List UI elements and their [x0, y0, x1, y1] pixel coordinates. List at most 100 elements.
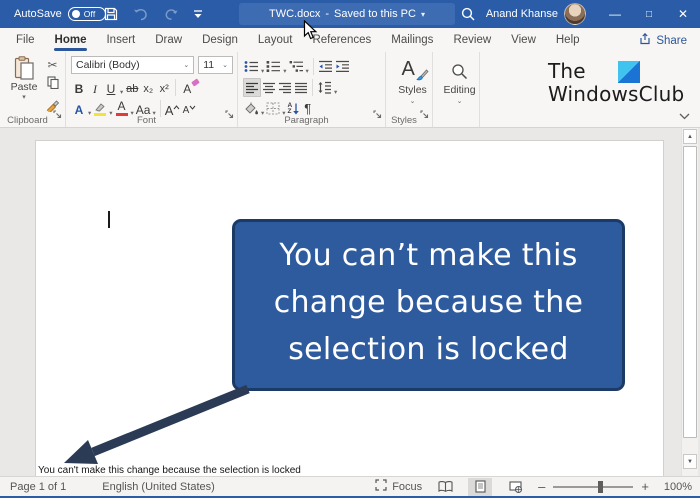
title-bar: AutoSave Off TWC.docx - Saved to this PC…: [0, 0, 700, 28]
paste-label: Paste: [10, 81, 38, 93]
paste-button[interactable]: Paste ▾: [5, 56, 43, 117]
line-spacing-dropdown-icon[interactable]: ▾: [334, 88, 337, 96]
zoom-control: – +: [538, 479, 649, 494]
increase-indent-button[interactable]: [334, 57, 351, 76]
search-icon[interactable]: [461, 7, 475, 26]
font-name-combobox[interactable]: Calibri (Body) ⌄: [71, 56, 195, 74]
align-right-button[interactable]: [277, 78, 293, 97]
callout-line-2: change because the: [273, 285, 584, 320]
bold-button[interactable]: B: [71, 78, 87, 97]
strikethrough-button[interactable]: ab: [124, 78, 140, 97]
editing-group: Editing ⌄: [433, 52, 480, 127]
maximize-button[interactable]: □: [632, 0, 666, 28]
autosave-control[interactable]: AutoSave Off: [14, 0, 106, 28]
font-name-dropdown-icon: ⌄: [183, 62, 190, 69]
logo-text: The WindowsClub: [548, 60, 684, 106]
tab-file[interactable]: File: [6, 28, 45, 52]
multilevel-dropdown-icon[interactable]: ▾: [306, 67, 309, 75]
save-icon[interactable]: [104, 7, 118, 21]
styles-group-label: Styles: [391, 115, 417, 126]
zoom-in-button[interactable]: +: [641, 479, 649, 494]
redo-icon[interactable]: [164, 8, 178, 21]
zoom-slider-thumb[interactable]: [598, 480, 604, 493]
font-group: Calibri (Body) ⌄ 11 ⌄ B I U ▾ ab x₂ x² A: [66, 52, 238, 127]
print-layout-button[interactable]: [468, 477, 493, 496]
document-page[interactable]: You can’t make this change because the s…: [35, 140, 664, 476]
justify-button[interactable]: [293, 78, 309, 97]
styles-dialog-launcher-icon[interactable]: [420, 106, 429, 124]
read-mode-button[interactable]: [433, 478, 457, 496]
copy-icon[interactable]: [46, 76, 59, 94]
zoom-slider[interactable]: [553, 480, 634, 493]
cut-icon[interactable]: ✂: [47, 59, 57, 71]
multilevel-list-button[interactable]: [288, 57, 305, 76]
zoom-level[interactable]: 100%: [660, 481, 692, 493]
font-dialog-launcher-icon[interactable]: [225, 106, 234, 124]
autosave-state: Off: [83, 9, 96, 19]
tab-help[interactable]: Help: [546, 28, 590, 52]
zoom-out-button[interactable]: –: [538, 479, 545, 494]
collapse-ribbon-icon[interactable]: [679, 107, 690, 125]
clear-formatting-letter: A: [183, 82, 192, 96]
styles-button-label: Styles: [398, 84, 427, 96]
font-group-label: Font: [136, 115, 156, 126]
align-left-button[interactable]: [243, 78, 261, 97]
logo-line1: The: [548, 59, 586, 83]
vertical-scrollbar[interactable]: ▲ ▼: [681, 128, 698, 476]
tab-insert[interactable]: Insert: [96, 28, 145, 52]
clipboard-dialog-launcher-icon[interactable]: [53, 106, 62, 124]
magnifier-icon: [451, 58, 468, 84]
autosave-label: AutoSave: [14, 8, 62, 20]
underline-button[interactable]: U: [103, 78, 119, 97]
tab-view[interactable]: View: [501, 28, 546, 52]
tab-layout[interactable]: Layout: [248, 28, 303, 52]
share-button[interactable]: Share: [635, 31, 691, 50]
focus-mode-button[interactable]: Focus: [375, 479, 422, 494]
page-indicator[interactable]: Page 1 of 1: [10, 481, 66, 493]
title-dropdown-icon: ▾: [420, 9, 425, 19]
paste-dropdown-icon: ▾: [22, 94, 26, 101]
line-spacing-button[interactable]: [316, 78, 333, 97]
clear-formatting-button[interactable]: A: [179, 78, 201, 97]
tab-design[interactable]: Design: [192, 28, 248, 52]
scroll-down-icon[interactable]: ▼: [683, 454, 697, 469]
scroll-up-icon[interactable]: ▲: [683, 129, 697, 144]
align-center-button[interactable]: [261, 78, 277, 97]
web-layout-button[interactable]: [503, 478, 527, 496]
bullets-dropdown-icon[interactable]: ▾: [261, 67, 264, 75]
document-title-button[interactable]: TWC.docx - Saved to this PC ▾: [239, 3, 455, 25]
tab-draw[interactable]: Draw: [145, 28, 192, 52]
subscript-button[interactable]: x₂: [140, 78, 156, 97]
underline-dropdown-icon[interactable]: ▾: [120, 88, 123, 96]
numbering-dropdown-icon[interactable]: ▾: [283, 67, 286, 75]
font-size-combobox[interactable]: 11 ⌄: [198, 56, 233, 74]
divider: [312, 58, 314, 75]
autosave-toggle[interactable]: Off: [67, 7, 106, 21]
bullets-button[interactable]: [243, 57, 260, 76]
styles-button[interactable]: A Styles ⌄: [391, 56, 434, 105]
account-name[interactable]: Anand Khanse: [486, 0, 558, 28]
focus-icon: [375, 479, 387, 494]
minimize-button[interactable]: —: [598, 0, 632, 28]
undo-icon[interactable]: [133, 8, 149, 21]
windowsclub-logo: The WindowsClub: [480, 52, 700, 127]
tab-review[interactable]: Review: [443, 28, 501, 52]
paragraph-dialog-launcher-icon[interactable]: [373, 106, 382, 124]
account-avatar[interactable]: [564, 3, 586, 25]
chevron-up-icon: [174, 105, 180, 110]
numbering-button[interactable]: [265, 57, 282, 76]
close-button[interactable]: ✕: [666, 0, 700, 28]
italic-button[interactable]: I: [87, 78, 103, 97]
save-status: Saved to this PC: [334, 8, 416, 20]
decrease-indent-button[interactable]: [317, 57, 334, 76]
scrollbar-thumb[interactable]: [683, 146, 697, 438]
tab-home[interactable]: Home: [45, 28, 97, 52]
show-paragraph-marks-button[interactable]: ¶: [301, 101, 314, 116]
tab-mailings[interactable]: Mailings: [381, 28, 443, 52]
editing-button[interactable]: Editing ⌄: [438, 56, 481, 105]
windowsclub-square-icon: [618, 61, 640, 83]
superscript-button[interactable]: x²: [156, 78, 172, 97]
customize-qat-icon[interactable]: [193, 9, 203, 19]
language-indicator[interactable]: English (United States): [102, 481, 215, 493]
toggle-knob-icon: [71, 10, 80, 18]
